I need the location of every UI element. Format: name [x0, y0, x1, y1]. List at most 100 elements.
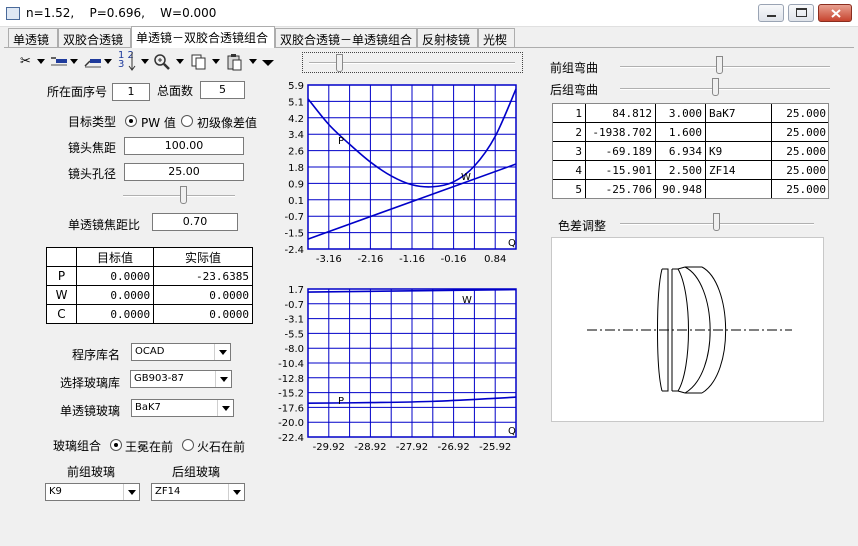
table-row: 5 -25.706 90.948 25.000 [553, 179, 828, 198]
x-tick-label: -26.92 [437, 442, 469, 453]
title-bar: n=1.52, P=0.696, W=0.000 [0, 0, 858, 27]
chevron-down-icon[interactable] [217, 400, 233, 416]
minimize-button[interactable] [758, 4, 784, 22]
value-cell[interactable]: 0.0000 [75, 266, 155, 286]
tab-1[interactable]: 双胶合透镜 [58, 28, 131, 47]
chevron-down-icon[interactable] [70, 59, 78, 64]
lens-value-cell[interactable]: 3.000 [655, 104, 706, 123]
chevron-down-icon[interactable] [215, 371, 231, 387]
focal-field[interactable]: 100.00 [124, 137, 244, 155]
lens-value-cell[interactable] [705, 122, 772, 142]
chevron-down-icon[interactable] [104, 59, 112, 64]
y-tick-label: -15.2 [278, 389, 304, 400]
zoom-icon[interactable] [153, 52, 171, 72]
primary-aberration-radio[interactable] [181, 115, 193, 127]
total-surfaces-field[interactable]: 5 [200, 81, 245, 99]
slider-thumb[interactable] [336, 54, 343, 72]
chart-top: 5.9 5.1 4.2 3.4 2.6 1.8 0.9 0.1 -0.7 -1.5 -2.4 -3.1… [284, 81, 517, 265]
single-glass-select[interactable]: BaK7 [131, 399, 234, 417]
value-cell[interactable]: 0.0000 [75, 304, 155, 324]
copy-icon[interactable] [190, 52, 208, 72]
paste-icon[interactable] [226, 52, 244, 72]
lens-value-cell[interactable]: 25.000 [771, 179, 828, 198]
rear-bend-thumb[interactable] [712, 78, 719, 96]
aperture-field[interactable]: 25.00 [124, 163, 244, 181]
chevron-down-icon[interactable] [141, 59, 149, 64]
value-cell[interactable]: -23.6385 [153, 266, 253, 286]
x-tick-label: -2.16 [357, 254, 383, 265]
y-tick-label: -20.0 [278, 418, 304, 429]
table-corner-cell [46, 247, 77, 267]
ratio-field[interactable]: 0.70 [152, 213, 238, 231]
cut-icon[interactable]: ✂ [20, 52, 31, 72]
chevron-down-icon[interactable] [249, 59, 257, 64]
front-glass-select[interactable]: K9 [45, 483, 140, 501]
value-cell[interactable]: 0.0000 [153, 285, 253, 305]
lens-value-cell[interactable]: -25.706 [585, 179, 656, 198]
rear-glass-label: 后组玻璃 [172, 465, 221, 479]
surface-no-label: 所在面序号 [47, 85, 108, 99]
lens-value-cell[interactable]: 84.812 [585, 104, 656, 123]
lens-value-cell[interactable]: 1.600 [655, 122, 706, 142]
lens-value-cell[interactable]: -69.189 [585, 141, 656, 161]
y-tick-label: -8.0 [284, 344, 304, 355]
value-cell[interactable]: 0.0000 [75, 285, 155, 305]
tab-3[interactable]: 双胶合透镜－单透镜组合 [275, 28, 417, 47]
single-glass-select-value: BaK7 [135, 402, 161, 413]
row-label-cell: C [46, 304, 77, 324]
pw-radio-label: PW 值 [141, 116, 176, 130]
y-tick-label: 0.9 [288, 179, 304, 190]
chevron-down-icon[interactable] [214, 344, 230, 360]
x-tick-label: -0.16 [441, 254, 467, 265]
close-button[interactable] [818, 4, 852, 22]
lens-value-cell[interactable]: 6.934 [655, 141, 706, 161]
value-cell[interactable]: 0.0000 [153, 304, 253, 324]
toolbar-slider[interactable] [302, 52, 523, 73]
chevron-down-icon[interactable] [37, 59, 45, 64]
lib-select[interactable]: OCAD [131, 343, 231, 361]
crown-first-radio[interactable] [110, 439, 122, 451]
lens-value-cell[interactable]: 25.000 [771, 104, 828, 123]
pw-radio[interactable] [125, 115, 137, 127]
rear-glass-select[interactable]: ZF14 [151, 483, 245, 501]
maximize-button[interactable] [788, 4, 814, 22]
chevron-down-icon[interactable] [260, 52, 276, 72]
chevron-down-icon[interactable] [176, 59, 184, 64]
sort-icon[interactable]: 1 23 [116, 49, 138, 71]
lib-label: 程序库名 [72, 348, 121, 362]
app-icon [6, 7, 20, 20]
lens-value-cell[interactable]: 25.000 [771, 122, 828, 142]
lens-data-table: 1 84.812 3.000 BaK7 25.000 2 -1938.702 1.600 25.… [553, 104, 828, 198]
lens-value-cell[interactable]: 25.000 [771, 160, 828, 180]
lens-value-cell[interactable] [705, 179, 772, 198]
insert-after-icon[interactable] [82, 52, 102, 72]
lens-value-cell[interactable]: 90.948 [655, 179, 706, 198]
tab-0[interactable]: 单透镜 [8, 28, 58, 47]
chevron-down-icon[interactable] [123, 484, 139, 500]
chevron-down-icon[interactable] [228, 484, 244, 500]
color-adjust-thumb[interactable] [713, 213, 720, 231]
lens-value-cell[interactable]: BaK7 [705, 104, 772, 123]
glass-lib-select[interactable]: GB903-87 [130, 370, 232, 388]
lens-value-cell[interactable]: ZF14 [705, 160, 772, 180]
front-bend-thumb[interactable] [716, 56, 723, 74]
lens-value-cell[interactable]: 2.500 [655, 160, 706, 180]
lens-value-cell[interactable]: 25.000 [771, 141, 828, 161]
axis-end-label: Q [508, 426, 516, 437]
y-tick-label: 2.6 [288, 147, 304, 158]
insert-before-icon[interactable] [48, 52, 68, 72]
tab-5[interactable]: 光楔 [478, 28, 515, 47]
y-tick-label: 4.2 [288, 114, 304, 125]
x-tick-label: -25.92 [479, 442, 511, 453]
surface-no-field[interactable]: 1 [112, 83, 150, 101]
y-tick-label: -3.1 [284, 315, 304, 326]
tab-4[interactable]: 反射棱镜 [417, 28, 478, 47]
lens-value-cell[interactable]: -15.901 [585, 160, 656, 180]
tab-2[interactable]: 单透镜－双胶合透镜组合 [131, 26, 275, 48]
lens-value-cell[interactable]: K9 [705, 141, 772, 161]
ratio-slider-thumb[interactable] [180, 186, 187, 204]
flint-first-radio[interactable] [182, 439, 194, 451]
y-tick-label: 0.1 [288, 196, 304, 207]
chevron-down-icon[interactable] [212, 59, 220, 64]
lens-value-cell[interactable]: -1938.702 [585, 122, 656, 142]
